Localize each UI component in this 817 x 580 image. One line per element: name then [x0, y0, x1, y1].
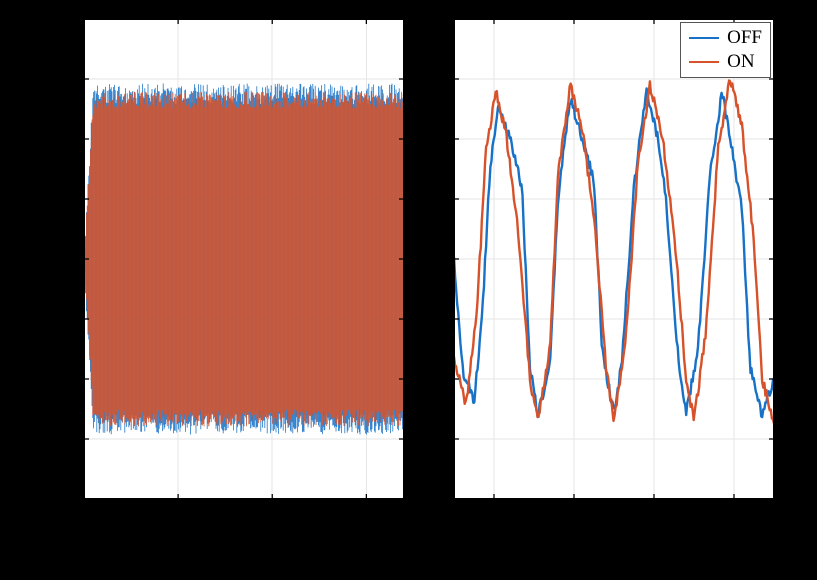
- legend-swatch-on: [689, 61, 719, 64]
- y-tick-label: -0.2: [50, 369, 85, 390]
- y-tick-label: -0.4: [50, 489, 85, 510]
- y-tick-label: 0.4: [56, 9, 85, 30]
- y-axis-title: Displacement [mm]: [13, 171, 39, 346]
- x-tick-label: 5: [174, 499, 183, 526]
- figure-canvas: -0.4-0.3-0.2-0.100.10.20.30.4 51015 Disp…: [0, 0, 817, 580]
- x-tick-label: 0.02: [558, 499, 590, 526]
- x-tick-label: 10: [263, 499, 281, 526]
- left-plot-svg: [84, 19, 404, 499]
- y-tick-label: 0.2: [56, 129, 85, 150]
- y-tick-label: 0.3: [56, 69, 85, 90]
- y-tick-label: -0.1: [50, 309, 85, 330]
- legend-item-off: OFF: [689, 26, 762, 50]
- y-tick-label: -0.3: [50, 429, 85, 450]
- x-tick-label: 15: [357, 499, 375, 526]
- right-x-axis-title: Time [s]: [577, 532, 651, 558]
- left-plot: -0.4-0.3-0.2-0.100.10.20.30.4 51015: [84, 19, 404, 499]
- legend-label-on: ON: [727, 51, 754, 73]
- legend-label-off: OFF: [727, 27, 762, 49]
- x-tick-label: 0.03: [638, 499, 670, 526]
- left-x-axis-title: Time [s]: [207, 532, 281, 558]
- right-plot: 0.010.020.030.04 OFF ON: [454, 19, 774, 499]
- legend-item-on: ON: [689, 50, 762, 74]
- x-tick-label: 0.04: [718, 499, 750, 526]
- right-plot-svg: [454, 19, 774, 499]
- y-tick-label: 0.1: [56, 189, 85, 210]
- legend-swatch-off: [689, 37, 719, 40]
- x-tick-label: 0.01: [478, 499, 510, 526]
- legend: OFF ON: [680, 22, 771, 78]
- y-tick-label: 0: [69, 249, 84, 270]
